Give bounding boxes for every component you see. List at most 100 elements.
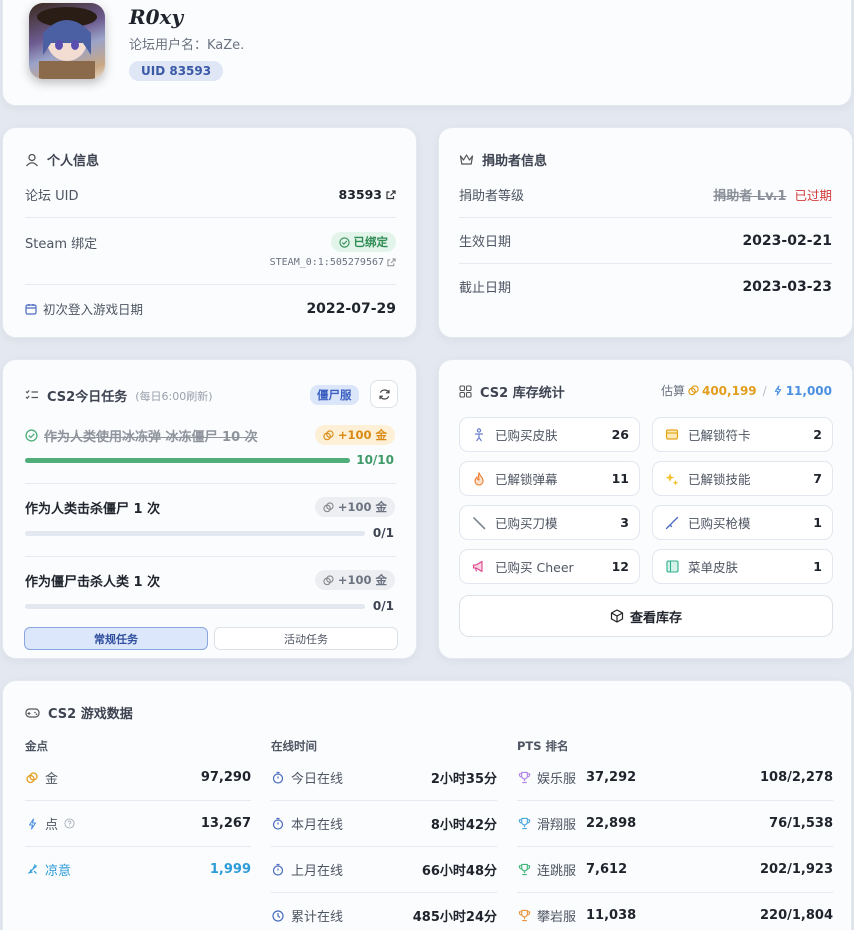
stat-unlocked-spellcards[interactable]: 已解锁符卡 2: [652, 417, 833, 452]
check-circle-icon: [338, 236, 350, 248]
task-progress: 10/10: [356, 453, 394, 467]
currency-points-row: 点 13,267: [25, 814, 251, 833]
donor-start-date: 2023-02-21: [742, 232, 832, 249]
forum-uid-label: 论坛 UID: [25, 189, 79, 204]
inventory-title: CS2 库存统计: [459, 382, 565, 401]
currency-gold-row: 金 97,290: [25, 768, 251, 787]
task-name: 作为僵尸击杀人类 1 次: [25, 574, 161, 590]
checklist-icon: [25, 390, 38, 400]
online-row: 累计在线 485小时24分: [271, 906, 497, 925]
task-item: 作为人类使用冰冻弹 冰冻僵尸 10 次 +100 金: [25, 425, 395, 445]
donor-end-label: 截止日期: [459, 281, 512, 296]
forum-uid-link[interactable]: 83593: [339, 187, 397, 202]
task-name: 作为人类击杀僵尸 1 次: [25, 501, 161, 517]
gamepad-icon: [25, 707, 40, 718]
pts-server-label: 娱乐服: [537, 772, 577, 787]
stopwatch-icon: [272, 771, 284, 784]
inventory-card: CS2 库存统计 估算 400,199 / 11,000 已购买皮肤 26 已解…: [438, 359, 853, 659]
trophy-icon: [518, 863, 530, 876]
pts-server-label: 连跳服: [537, 864, 577, 879]
expired-badge: 已过期: [794, 188, 832, 203]
task-item: 作为僵尸击杀人类 1 次 +100 金: [25, 570, 395, 590]
game-data-card: CS2 游戏数据 金点 金 97,290 点 13,267 凉意 1,999 在…: [2, 680, 852, 930]
currency-header: 金点: [25, 739, 48, 753]
task-reward-badge: +100 金: [314, 570, 395, 590]
pts-rank-row: 娱乐服 37,292 108/2,278: [517, 768, 833, 787]
view-inventory-button[interactable]: 查看库存: [459, 595, 833, 637]
donor-level-label: 捐助者等级: [459, 189, 525, 204]
stat-purchased-skins[interactable]: 已购买皮肤 26: [459, 417, 640, 452]
user-icon: [26, 153, 38, 166]
coin-icon: [323, 574, 334, 585]
pts-points: 11,038: [586, 908, 637, 923]
task-reward-badge: +100 金: [314, 425, 395, 445]
daily-tasks-title: CS2今日任务 (每日6:00刷新): [25, 386, 213, 405]
external-link-icon: [386, 189, 396, 199]
task-item: 作为人类击杀僵尸 1 次 +100 金: [25, 497, 395, 517]
avatar[interactable]: [29, 3, 105, 79]
task-name: 作为人类使用冰冻弹 冰冻僵尸 10 次: [44, 429, 258, 445]
check-circle-icon: [25, 428, 38, 442]
task-progress: 0/1: [372, 526, 394, 540]
online-row: 上月在线 66小时48分: [271, 860, 497, 879]
coin-icon: [26, 771, 38, 783]
first-login-date: 2022-07-29: [306, 300, 396, 317]
knife-icon: [473, 516, 486, 529]
refresh-button[interactable]: [370, 380, 398, 408]
stat-menu-skins[interactable]: 菜单皮肤 1: [652, 549, 833, 584]
task-reward-badge: +100 金: [314, 497, 395, 517]
clock-icon: [272, 909, 284, 922]
bolt-icon: [28, 817, 36, 830]
online-row: 今日在线 2小时35分: [271, 768, 497, 787]
tab-regular-tasks[interactable]: 常规任务: [24, 627, 208, 650]
task-progress: 0/1: [372, 599, 394, 613]
profile-name: R0xy: [129, 5, 184, 29]
grid-icon: [459, 385, 472, 398]
help-icon[interactable]: [64, 818, 75, 829]
pts-rank-row: 攀岩服 11,038 220/1,804: [517, 906, 833, 925]
steam-id-link[interactable]: STEAM_0:1:505279567: [270, 257, 396, 268]
stat-purchased-guns[interactable]: 已购买枪模 1: [652, 505, 833, 540]
refresh-icon: [378, 388, 390, 400]
box-icon: [610, 609, 624, 623]
currency-cool-row: 凉意 1,999: [25, 860, 251, 879]
pts-rank-row: 连跳服 7,612 202/1,923: [517, 860, 833, 879]
online-row: 本月在线 8小时42分: [271, 814, 497, 833]
stat-purchased-knives[interactable]: 已购买刀模 3: [459, 505, 640, 540]
task-progress-bar: [25, 604, 365, 609]
stat-unlocked-danmaku[interactable]: 已解锁弹幕 11: [459, 461, 640, 496]
trophy-icon: [518, 817, 530, 830]
personal-info-card: 个人信息 论坛 UID 83593 Steam 绑定 已绑定 STEAM_0:1…: [2, 127, 417, 338]
snowflake-icon: [27, 864, 37, 874]
donor-info-title: 捐助者信息: [459, 150, 547, 169]
pts-rank: 108/2,278: [759, 770, 833, 785]
donor-end-date: 2023-03-23: [742, 278, 832, 295]
pts-header: PTS 排名: [517, 739, 569, 753]
profile-card: R0xy 论坛用户名：KaZe. UID 83593: [2, 0, 852, 106]
pts-server-label: 滑翔服: [537, 818, 577, 833]
server-badge: 僵尸服: [310, 385, 359, 405]
inventory-estimate: 估算 400,199 / 11,000: [660, 383, 832, 399]
megaphone-icon: [472, 560, 483, 573]
steam-bound-badge: 已绑定: [330, 232, 396, 252]
pts-points: 7,612: [586, 862, 628, 877]
uid-badge: UID 83593: [129, 61, 224, 81]
coin-icon: [323, 501, 334, 512]
card-icon: [665, 429, 679, 440]
tab-event-tasks[interactable]: 活动任务: [214, 627, 398, 650]
pts-rank: 202/1,923: [759, 862, 833, 877]
donor-start-label: 生效日期: [459, 235, 512, 250]
daily-tasks-card: CS2今日任务 (每日6:00刷新) 僵尸服 作为人类使用冰冻弹 冰冻僵尸 10…: [2, 359, 417, 659]
trophy-icon: [518, 771, 530, 784]
bolt-icon: [774, 385, 781, 396]
forum-username: 论坛用户名：KaZe.: [129, 38, 245, 53]
stat-unlocked-skills[interactable]: 已解锁技能 7: [652, 461, 833, 496]
donor-level: 捐助者 Lv.1: [713, 189, 787, 204]
trophy-icon: [518, 909, 530, 922]
external-link-icon: [387, 258, 396, 267]
stat-purchased-cheer[interactable]: 已购买 Cheer 12: [459, 549, 640, 584]
stopwatch-icon: [272, 817, 284, 830]
flame-icon: [474, 471, 484, 486]
personal-info-title: 个人信息: [25, 150, 99, 169]
gun-icon: [665, 516, 679, 529]
